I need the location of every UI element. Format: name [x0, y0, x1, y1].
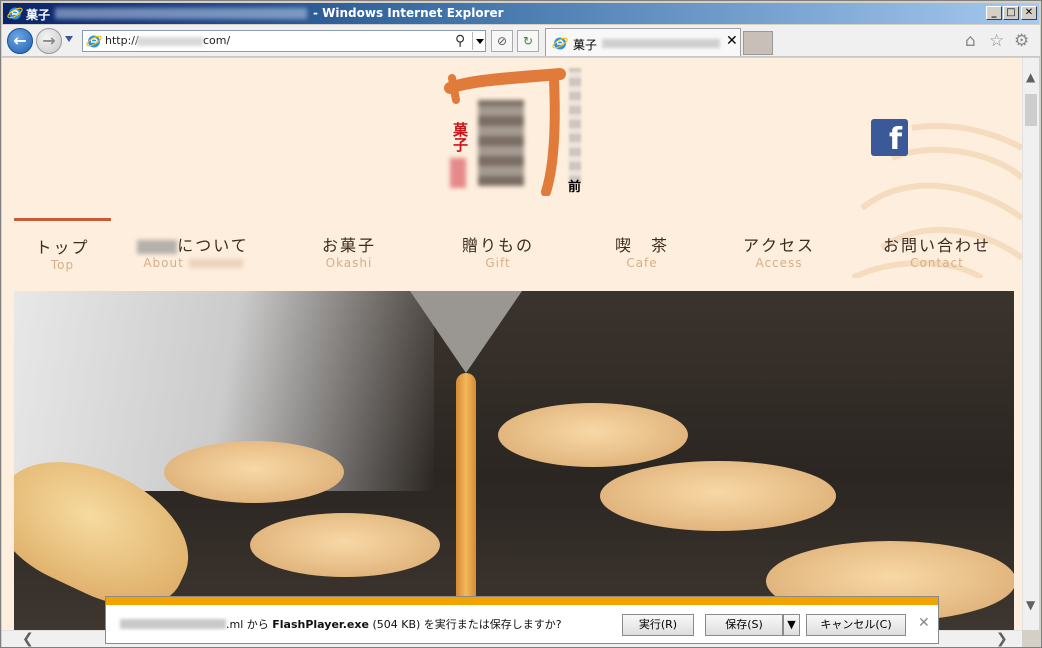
nav-en-label: Okashi — [325, 256, 373, 270]
nav-item-contact[interactable]: お問い合わせ Contact — [867, 218, 1007, 270]
title-bar: 菓子 - Windows Internet Explorer _ □ ✕ — [3, 3, 1039, 24]
download-bar-stripe — [106, 597, 938, 605]
nav-jp-label: について — [177, 236, 249, 255]
nav-en-label: About — [143, 256, 184, 270]
save-button[interactable]: 保存(S) — [705, 614, 783, 636]
url-prefix: http:// — [105, 34, 139, 47]
nav-item-access[interactable]: アクセス Access — [714, 218, 844, 270]
stop-button[interactable]: ⊘ — [491, 30, 513, 52]
maximize-button[interactable]: □ — [1003, 6, 1019, 20]
logo-red-redacted — [450, 158, 466, 188]
close-window-button[interactable]: ✕ — [1021, 6, 1037, 20]
download-host-suffix: .ml から — [226, 618, 273, 631]
navigation-toolbar: ← → http:// com/ ⚲ ⊘ ↻ 菓子 ✕ ⌂ ☆ ⚙ — [2, 25, 1040, 57]
nav-item-cafe[interactable]: 喫 茶 Cafe — [577, 218, 707, 270]
logo-red-text: 菓子 — [451, 122, 469, 152]
tab-title: 菓子 — [573, 38, 598, 52]
ie-window: 菓子 - Windows Internet Explorer _ □ ✕ ← →… — [0, 0, 1042, 648]
scroll-thumb[interactable] — [1025, 94, 1037, 126]
hero-image — [14, 291, 1014, 630]
nav-jp-label: お菓子 — [321, 236, 376, 255]
ie-tab-icon — [552, 37, 568, 50]
nav-item-top[interactable]: トップ Top — [14, 218, 111, 272]
url-suffix: com/ — [203, 34, 231, 47]
home-icon[interactable]: ⌂ — [965, 31, 976, 51]
nav-en-label: Top — [50, 258, 75, 272]
download-host-redacted — [120, 619, 226, 629]
scroll-down-icon[interactable]: ▼ — [1026, 598, 1035, 612]
scroll-left-icon[interactable]: ❮ — [22, 631, 34, 647]
cancel-button[interactable]: キャンセル(C) — [806, 614, 906, 636]
page-viewport: 菓子 前 f トップ Top について About お菓子 Okashi 贈りも… — [2, 58, 1022, 630]
scroll-up-icon[interactable]: ▲ — [1026, 70, 1035, 84]
nav-jp-label: アクセス — [742, 236, 815, 255]
nav-jp-label: お問い合わせ — [882, 236, 991, 255]
address-bar[interactable]: http:// com/ ⚲ — [82, 30, 486, 52]
nav-item-gift[interactable]: 贈りもの Gift — [433, 218, 563, 270]
nav-en-label: Gift — [485, 256, 511, 270]
batter-circle — [164, 441, 344, 503]
nav-shopname-redacted — [137, 239, 178, 254]
run-button[interactable]: 実行(R) — [622, 614, 694, 636]
nav-active-indicator — [14, 218, 111, 221]
nav-jp-label: トップ — [35, 238, 90, 257]
batter-dispenser — [410, 291, 522, 373]
nav-en-label: Access — [755, 256, 803, 270]
close-icon[interactable]: ✕ — [918, 615, 930, 631]
logo-vertical-text-redacted — [569, 68, 581, 184]
search-icon[interactable]: ⚲ — [455, 33, 465, 49]
window-title-prefix: 菓子 — [26, 8, 51, 22]
new-tab-button[interactable] — [743, 31, 773, 55]
address-dropdown-icon[interactable] — [472, 32, 486, 50]
ie-page-icon — [86, 35, 102, 48]
favorites-star-icon[interactable]: ☆ — [989, 31, 1004, 51]
site-nav: トップ Top について About お菓子 Okashi 贈りもの Gift … — [2, 218, 1022, 272]
tab-close-icon[interactable]: ✕ — [726, 33, 738, 49]
download-message: .ml から FlashPlayer.exe (504 KB) を実行または保存… — [226, 616, 562, 632]
nav-jp-label: 喫 茶 — [614, 236, 669, 255]
facebook-icon[interactable]: f — [871, 119, 908, 157]
tab-title-redacted — [602, 39, 720, 48]
download-notification-bar: .ml から FlashPlayer.exe (504 KB) を実行または保存… — [105, 596, 939, 644]
logo-mosaic-redacted — [478, 100, 524, 186]
history-dropdown-icon[interactable] — [65, 36, 73, 42]
download-filename: FlashPlayer.exe — [272, 618, 369, 631]
back-button[interactable]: ← — [7, 28, 33, 54]
save-dropdown-icon[interactable]: ▼ — [783, 614, 800, 636]
batter-circle — [600, 461, 836, 531]
nav-en-label: Cafe — [626, 256, 658, 270]
batter-circle — [250, 513, 440, 577]
back-arrow-icon: ← — [13, 31, 27, 50]
window-title-suffix: - Windows Internet Explorer — [313, 6, 504, 20]
nav-en-redacted — [188, 259, 243, 268]
gear-icon[interactable]: ⚙ — [1014, 31, 1029, 51]
forward-button[interactable]: → — [36, 28, 62, 54]
window-title-redacted — [55, 8, 307, 19]
forward-arrow-icon: → — [42, 31, 56, 50]
nav-en-label: Contact — [910, 256, 964, 270]
scroll-right-icon[interactable]: ❯ — [996, 631, 1008, 647]
nav-item-okashi[interactable]: お菓子 Okashi — [284, 218, 414, 270]
nav-jp-label: 贈りもの — [461, 236, 534, 255]
ie-icon — [7, 7, 23, 20]
batter-circle — [498, 403, 688, 467]
refresh-button[interactable]: ↻ — [517, 30, 539, 52]
url-redacted — [137, 37, 203, 46]
download-message-rest: (504 KB) を実行または保存しますか? — [368, 618, 562, 631]
logo-mae-text: 前 — [568, 180, 582, 195]
batter-stream — [456, 373, 476, 613]
browser-tab[interactable]: 菓子 ✕ — [545, 28, 741, 56]
vertical-scrollbar[interactable]: ▲ ▼ — [1022, 58, 1039, 630]
minimize-button[interactable]: _ — [986, 6, 1002, 20]
nav-item-about[interactable]: について About — [128, 218, 258, 270]
